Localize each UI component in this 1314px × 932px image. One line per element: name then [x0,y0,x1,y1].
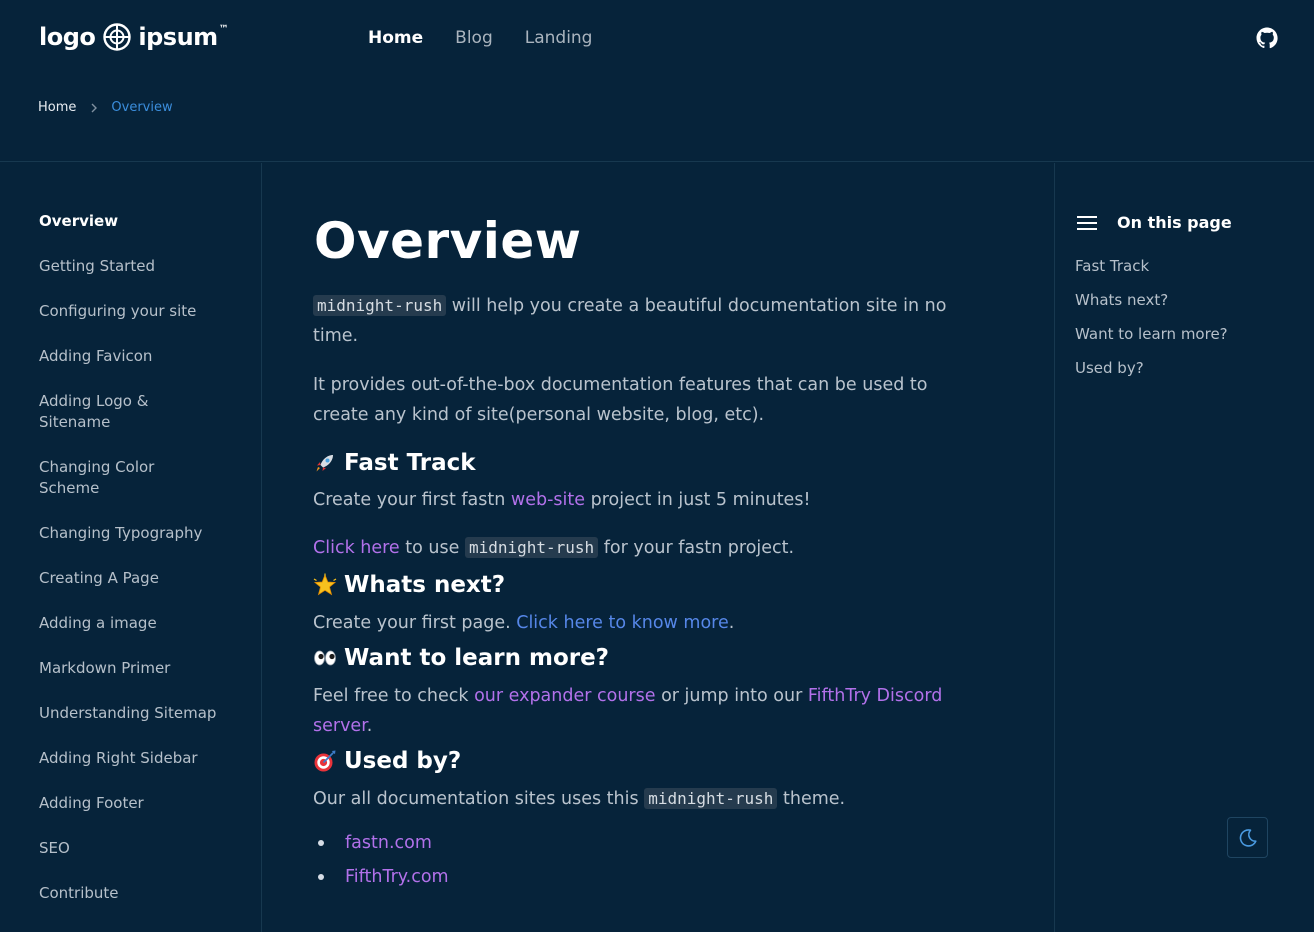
sidebar-item-adding-footer[interactable]: Adding Footer [39,793,249,814]
theme-code-3: midnight-rush [644,788,778,809]
rocket-emoji-icon [313,451,337,475]
right-sidebar: On this page Fast Track Whats next? Want… [1054,163,1314,932]
intro-paragraph: midnight-rush will help you create a bea… [313,291,993,351]
intro-text-1: will help you create a beautiful documen… [446,296,947,316]
page: logo ipsum ™ Home Blog Landing Home Over… [0,0,1314,932]
target-emoji-icon [313,749,337,773]
logo-trademark: ™ [218,23,229,35]
star-emoji-icon [313,573,337,597]
breadcrumb-current[interactable]: Overview [111,100,172,115]
fast-track-paragraph-2: Click here to use midnight-rush for your… [313,533,993,563]
discord-link-server[interactable]: server [313,716,367,736]
sidebar-item-adding-logo[interactable]: Adding Logo & Sitename [39,391,189,433]
intro2-line-2: create any kind of site(personal website… [313,405,765,425]
logo-text-right: ipsum [138,23,218,51]
site-logo[interactable]: logo ipsum ™ [39,20,229,54]
sidebar-item-seo[interactable]: SEO [39,838,249,859]
learn-more-text: Feel free to check [313,686,475,706]
used-by-heading-text: Used by? [344,748,462,774]
nav-blog[interactable]: Blog [455,26,493,50]
sidebar-item-markdown-primer[interactable]: Markdown Primer [39,658,249,679]
used-by-paragraph: Our all documentation sites uses this mi… [313,784,993,814]
theme-code: midnight-rush [313,295,447,316]
bullet-dot [318,874,324,880]
theme-code-2: midnight-rush [464,537,599,558]
sidebar-item-configuring-site[interactable]: Configuring your site [39,301,249,322]
heading-want-to-learn-more: Want to learn more? [313,643,609,673]
expander-course-link[interactable]: our expander course [474,686,655,706]
intro-paragraph-2: It provides out-of-the-box documentation… [313,370,993,430]
nav-home[interactable]: Home [368,26,423,50]
fastn-link[interactable]: fastn.com [345,826,432,860]
menu-icon [1077,215,1097,230]
fast-track-text-after: project in just 5 minutes! [585,490,811,510]
whats-next-paragraph: Create your first page. Click here to kn… [313,608,993,638]
learn-more-after: . [366,716,373,736]
site-header: logo ipsum ™ Home Blog Landing Home Over… [0,0,1314,162]
sidebar-item-understanding-sitemap[interactable]: Understanding Sitemap [39,703,249,724]
logo-text-left: logo [39,23,96,51]
toc-header: On this page [1077,213,1232,232]
page-title: Overview [314,212,582,270]
fast-track-heading-text: Fast Track [344,450,476,476]
learn-more-heading-text: Want to learn more? [344,645,610,671]
breadcrumb-home[interactable]: Home [38,100,76,115]
used-by-list: fastn.com FifthTry.com [318,826,449,894]
learn-more-paragraph: Feel free to check our expander course o… [313,681,993,741]
fast-track-paragraph-1: Create your first fastn web-site project… [313,485,993,515]
sidebar-item-adding-favicon[interactable]: Adding Favicon [39,346,249,367]
list-item: fastn.com [318,826,449,860]
fast-track-p2-mid: to use [399,538,465,558]
heading-fast-track: Fast Track [313,448,476,478]
used-by-text: Our all documentation sites uses this [313,789,645,809]
whats-next-text: Create your first page. [313,613,517,633]
whats-next-heading-text: Whats next? [344,572,506,598]
github-icon[interactable] [1255,26,1279,50]
toc-item-used-by[interactable]: Used by? [1075,357,1228,379]
sidebar-item-creating-page[interactable]: Creating A Page [39,568,249,589]
main-nav: Home Blog Landing [368,26,624,50]
intro2-line-1: It provides out-of-the-box documentation… [313,375,928,395]
web-site-link[interactable]: web-site [511,490,585,510]
bullet-dot [318,840,324,846]
know-more-link[interactable]: Click here to know more [516,613,729,633]
sidebar-item-adding-right-sidebar[interactable]: Adding Right Sidebar [39,748,249,769]
whats-next-after: . [728,613,735,633]
toc-item-fast-track[interactable]: Fast Track [1075,255,1228,277]
intro-text-2: time. [313,326,359,346]
nav-landing[interactable]: Landing [525,26,593,50]
sidebar-item-changing-typography[interactable]: Changing Typography [39,523,249,544]
fast-track-p2-after: for your fastn project. [598,538,795,558]
theme-toggle-button[interactable] [1227,817,1268,858]
moon-icon [1238,828,1258,848]
chevron-right-icon [90,103,98,113]
sidebar-item-changing-color[interactable]: Changing Color Scheme [39,457,189,499]
fast-track-text: Create your first fastn [313,490,511,510]
globe-icon [102,22,132,52]
sidebar-item-adding-image[interactable]: Adding a image [39,613,249,634]
breadcrumb: Home Overview [38,100,173,115]
sidebar-item-getting-started[interactable]: Getting Started [39,256,249,277]
toc-list: Fast Track Whats next? Want to learn mor… [1075,255,1228,391]
heading-whats-next: Whats next? [313,570,505,600]
heading-used-by: Used by? [313,746,461,776]
sidebar-item-overview[interactable]: Overview [39,211,118,232]
fifthtry-link[interactable]: FifthTry.com [345,860,449,894]
list-item: FifthTry.com [318,860,449,894]
discord-link[interactable]: FifthTry Discord [808,686,942,706]
click-here-link[interactable]: Click here [313,538,400,558]
toc-item-want-to-learn-more[interactable]: Want to learn more? [1075,323,1228,345]
eyes-emoji-icon [313,646,337,670]
toc-title: On this page [1117,213,1232,232]
toc-item-whats-next[interactable]: Whats next? [1075,289,1228,311]
learn-more-mid: or jump into our [655,686,808,706]
used-by-after: theme. [777,789,846,809]
sidebar-item-contribute[interactable]: Contribute [39,883,249,904]
left-sidebar: Overview Getting Started Configuring you… [0,163,262,932]
